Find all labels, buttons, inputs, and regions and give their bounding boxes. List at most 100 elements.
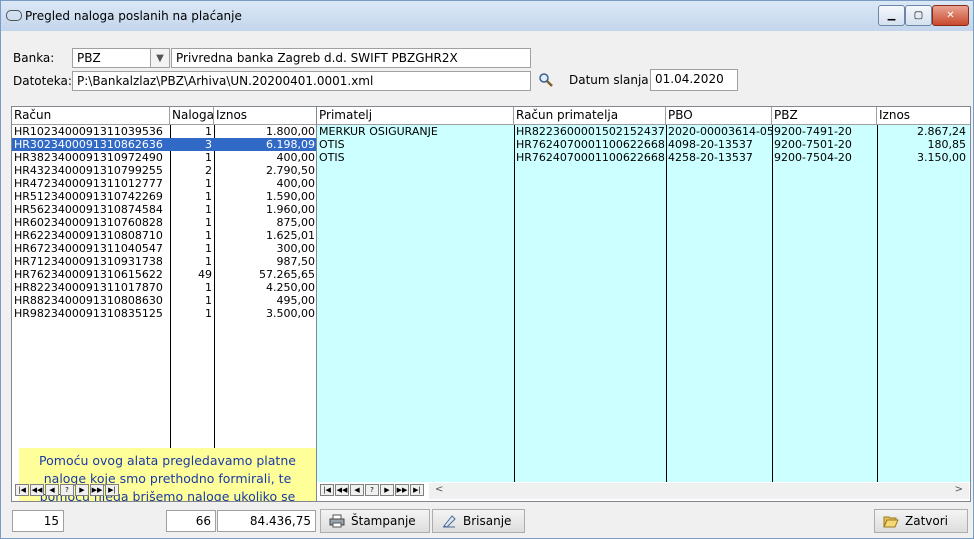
printer-icon [329, 514, 345, 528]
cell-iznos: 4.250,00 [266, 281, 315, 294]
table-row[interactable]: HR3823400091310972490 1 400,00 [12, 151, 317, 164]
cell-naloga: 1 [205, 203, 212, 216]
goto-record-icon[interactable]: ? [365, 484, 379, 496]
cell-racun: HR8223400091311017870 [14, 281, 163, 294]
cell-iznos: 1.625,01 [266, 229, 315, 242]
cell-primatelj: MERKUR OSIGURANJE [319, 125, 438, 138]
table-row[interactable]: HR5123400091310742269 1 1.590,00 [12, 190, 317, 203]
table-row[interactable]: HR6223400091310808710 1 1.625,01 [12, 229, 317, 242]
cell-iznos: 180,85 [927, 138, 967, 151]
goto-record-icon[interactable]: ? [60, 484, 74, 496]
banka-name-field: Privredna banka Zagreb d.d. SWIFT PBZGHR… [171, 48, 531, 68]
cell-racun: HR5623400091310874584 [14, 203, 163, 216]
close-window-button[interactable]: ✕ [932, 5, 969, 26]
search-icon[interactable] [538, 72, 554, 88]
cell-racun: HR4323400091310799255 [14, 164, 163, 177]
next-page-icon[interactable]: ▶▶ [90, 484, 104, 496]
title-bar: Pregled naloga poslanih na plaćanje ▁ ▢ … [1, 1, 973, 31]
cell-racun: HR5123400091310742269 [14, 190, 163, 203]
cell-pbz: 9200-7501-20 [774, 138, 852, 151]
scroll-left-icon[interactable]: < [435, 484, 443, 495]
maximize-button[interactable]: ▢ [905, 5, 932, 26]
table-row[interactable]: MERKUR OSIGURANJE HR8223600001502152437 20… [317, 125, 970, 138]
table-row[interactable]: HR7623400091310615622 49 57.265,65 [12, 268, 317, 281]
table-row[interactable]: HR7123400091310931738 1 987,50 [12, 255, 317, 268]
next-record-icon[interactable]: ▶ [75, 484, 89, 496]
close-button[interactable]: Zatvori [874, 509, 968, 533]
cell-racun: HR4723400091311012777 [14, 177, 163, 190]
table-row[interactable]: HR4323400091310799255 2 2.790,50 [12, 164, 317, 177]
cell-racun: HR6223400091310808710 [14, 229, 163, 242]
next-record-icon[interactable]: ▶ [380, 484, 394, 496]
client-area: Banka: PBZ ▼ Privredna banka Zagreb d.d.… [7, 32, 971, 535]
maximize-icon: ▢ [913, 10, 924, 21]
table-row[interactable]: OTIS HR7624070001100622668 4098-20-13537 92… [317, 138, 970, 151]
cell-naloga: 49 [198, 268, 212, 281]
last-record-icon[interactable]: ▶| [410, 484, 424, 496]
column-header-pbz[interactable]: PBZ [772, 107, 877, 124]
datum-field[interactable]: 01.04.2020 [650, 69, 738, 91]
orders-grid[interactable]: Primatelj Račun primatelja PBO PBZ Iznos… [316, 106, 971, 502]
cell-naloga: 1 [205, 190, 212, 203]
cell-primatelj: OTIS [319, 151, 345, 164]
cell-racun: HR9823400091310835125 [14, 307, 163, 320]
prev-page-icon[interactable]: ◀◀ [335, 484, 349, 496]
table-row[interactable]: HR6723400091311040547 1 300,00 [12, 242, 317, 255]
minimize-button[interactable]: ▁ [878, 5, 905, 26]
orders-grid-background [317, 125, 970, 482]
column-header-racun[interactable]: Račun [12, 107, 170, 124]
banka-label: Banka: [13, 51, 55, 65]
cell-naloga: 1 [205, 177, 212, 190]
table-row[interactable]: HR8823400091310808630 1 495,00 [12, 294, 317, 307]
table-row[interactable]: HR1023400091311039536 1 1.800,00 [12, 125, 317, 138]
cell-naloga: 1 [205, 294, 212, 307]
orders-nav-bar: |◀ ◀◀ ◀ ? ▶ ▶▶ ▶| [320, 484, 425, 498]
banka-code-combo[interactable]: PBZ [72, 48, 151, 68]
table-row[interactable]: HR3023400091310862636 3 6.198,09 [12, 138, 317, 151]
glasses-icon [6, 10, 22, 21]
table-row[interactable]: HR6023400091310760828 1 875,00 [12, 216, 317, 229]
chevron-down-icon[interactable]: ▼ [150, 48, 170, 68]
cell-naloga: 1 [205, 216, 212, 229]
cell-iznos: 495,00 [276, 294, 316, 307]
table-row[interactable]: OTIS HR7624070001100622668 4258-20-13537 92… [317, 151, 970, 164]
table-row[interactable]: HR5623400091310874584 1 1.960,00 [12, 203, 317, 216]
column-header-naloga[interactable]: Naloga [170, 107, 214, 124]
cell-naloga: 1 [205, 281, 212, 294]
cell-naloga: 1 [205, 125, 212, 138]
cell-racun: HR3023400091310862636 [12, 138, 170, 151]
accounts-grid[interactable]: Račun Naloga Iznos HR1023400091311039536… [11, 106, 318, 502]
column-divider [772, 125, 773, 482]
cell-naloga: 1 [205, 242, 212, 255]
cell-iznos: 57.265,65 [259, 268, 315, 281]
first-record-icon[interactable]: |◀ [15, 484, 29, 496]
first-record-icon[interactable]: |◀ [320, 484, 334, 496]
prev-record-icon[interactable]: ◀ [350, 484, 364, 496]
scroll-right-icon[interactable]: > [955, 484, 963, 495]
column-header-racun-primatelja[interactable]: Račun primatelja [514, 107, 666, 124]
print-button[interactable]: Štampanje [320, 509, 430, 533]
cell-iznos: 987,50 [276, 255, 316, 268]
cell-iznos: 3.150,00 [917, 151, 966, 164]
cell-pbo: 4098-20-13537 [668, 138, 753, 151]
column-header-pbo[interactable]: PBO [666, 107, 772, 124]
table-row[interactable]: HR9823400091310835125 1 3.500,00 [12, 307, 317, 320]
column-header-iznos[interactable]: Iznos [214, 107, 317, 124]
horizontal-scrollbar[interactable]: < > [429, 483, 969, 499]
cell-iznos: 3.500,00 [266, 307, 315, 320]
delete-button[interactable]: Brisanje [432, 509, 525, 533]
last-record-icon[interactable]: ▶| [105, 484, 119, 496]
next-page-icon[interactable]: ▶▶ [395, 484, 409, 496]
table-row[interactable]: HR4723400091311012777 1 400,00 [12, 177, 317, 190]
column-header-primatelj[interactable]: Primatelj [317, 107, 514, 124]
column-header-iznos[interactable]: Iznos [877, 107, 970, 124]
cell-racun: HR7623400091310615622 [14, 268, 163, 281]
prev-record-icon[interactable]: ◀ [45, 484, 59, 496]
accounts-grid-header: Račun Naloga Iznos [12, 107, 317, 125]
window-title: Pregled naloga poslanih na plaćanje [25, 9, 242, 23]
cell-naloga: 2 [205, 164, 212, 177]
datoteka-field[interactable]: P:\Bankalzlaz\PBZ\Arhiva\UN.20200401.000… [72, 71, 531, 91]
table-row[interactable]: HR8223400091311017870 1 4.250,00 [12, 281, 317, 294]
prev-page-icon[interactable]: ◀◀ [30, 484, 44, 496]
cell-iznos: 2.867,24 [917, 125, 966, 138]
